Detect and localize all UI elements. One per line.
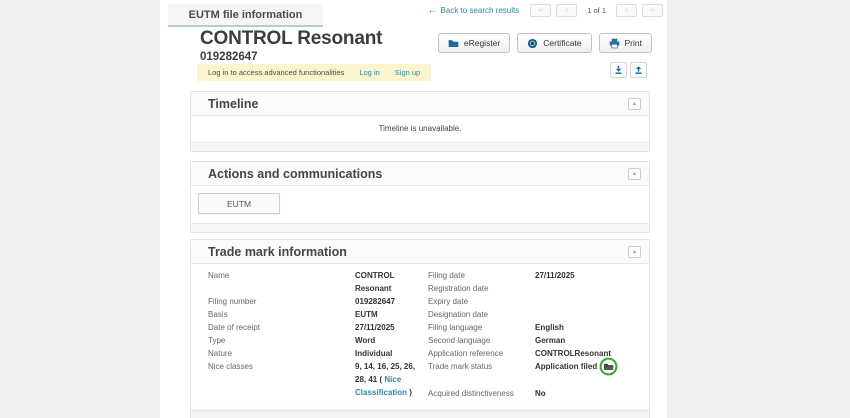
field-label: Designation date — [428, 308, 535, 321]
field-value: 27/11/2025 — [535, 269, 646, 282]
field-value: Word — [355, 334, 420, 347]
table-row: NatureIndividual — [208, 347, 420, 360]
field-label: Registration date — [428, 282, 535, 295]
timeline-collapse-button[interactable]: ▴ — [628, 98, 641, 110]
status-filed-icon — [599, 357, 618, 376]
field-label: Filing language — [428, 321, 535, 334]
actions-communications-section: Actions and communications ▴ EUTM — [190, 161, 650, 233]
field-value: English — [535, 321, 646, 334]
field-value — [535, 295, 646, 308]
trademark-information-section: Trade mark information ▴ NameCONTROL Res… — [190, 239, 650, 418]
field-label: Nice classes — [208, 360, 355, 399]
timeline-empty-message: Timeline is unavailable. — [191, 116, 649, 142]
field-label: Date of receipt — [208, 321, 355, 334]
table-row: Filing date27/11/2025 — [428, 269, 646, 282]
field-value: EUTM — [355, 308, 420, 321]
table-row: Designation date — [428, 308, 646, 321]
tab-eutm-file-information[interactable]: EUTM file information — [168, 4, 323, 27]
login-message: Log in to access advanced functionalitie… — [208, 68, 344, 77]
timeline-section: Timeline ▴ Timeline is unavailable. — [190, 91, 650, 152]
table-row: Second languageGerman — [428, 334, 646, 347]
pager-label: 1 of 1 — [587, 6, 606, 15]
table-row: TypeWord — [208, 334, 420, 347]
table-row: NameCONTROL Resonant — [208, 269, 420, 295]
trademark-section-header: Trade mark information ▴ — [191, 240, 649, 264]
table-row: Nice classes9, 14, 16, 25, 26, 28, 41 ( … — [208, 360, 420, 399]
table-row: Filing languageEnglish — [428, 321, 646, 334]
expand-all-button[interactable] — [630, 62, 647, 78]
field-value — [535, 282, 646, 295]
seal-icon — [527, 38, 538, 49]
table-row: Acquired distinctivenessNo — [428, 387, 646, 400]
login-banner: Log in to access advanced functionalitie… — [197, 64, 431, 81]
field-value: 9, 14, 16, 25, 26, 28, 41 ( Nice Classif… — [355, 360, 420, 399]
table-row: BasisEUTM — [208, 308, 420, 321]
eregister-button[interactable]: eRegister — [438, 33, 510, 53]
field-value: 27/11/2025 — [355, 321, 420, 334]
timeline-section-header: Timeline ▴ — [191, 92, 649, 116]
pager-prev-button[interactable]: ‹ — [556, 4, 577, 17]
filing-number-heading: 019282647 — [200, 51, 258, 63]
field-label: Trade mark status — [428, 360, 535, 373]
certificate-button[interactable]: Certificate — [517, 33, 591, 53]
field-value: Individual — [355, 347, 420, 360]
table-row: Filing number019282647 — [208, 295, 420, 308]
field-label: Application reference — [428, 347, 535, 360]
table-row: Expiry date — [428, 295, 646, 308]
field-label: Expiry date — [428, 295, 535, 308]
actions-section-footer — [191, 223, 649, 232]
page: EUTM file information ← Back to search r… — [0, 0, 850, 418]
actions-section-header: Actions and communications ▴ — [191, 162, 649, 186]
field-label: Name — [208, 269, 355, 295]
actions-collapse-button[interactable]: ▴ — [628, 168, 641, 180]
log-in-link[interactable]: Log in — [359, 68, 379, 77]
field-label: Nature — [208, 347, 355, 360]
field-label: Filing date — [428, 269, 535, 282]
pager-next-button[interactable]: › — [616, 4, 637, 17]
field-label: Acquired distinctiveness — [428, 387, 535, 400]
field-label: Type — [208, 334, 355, 347]
field-value — [535, 308, 646, 321]
field-value: 019282647 — [355, 295, 420, 308]
field-value: Application filed — [535, 360, 646, 373]
collapse-all-button[interactable] — [610, 62, 627, 78]
table-row: Registration date — [428, 282, 646, 295]
collapse-all-icon — [614, 65, 623, 75]
page-title: CONTROL Resonant — [200, 28, 382, 50]
field-label: Basis — [208, 308, 355, 321]
pager-first-button[interactable]: ‹‹ — [530, 4, 551, 17]
back-to-search-results-link[interactable]: ← Back to search results — [428, 5, 520, 16]
print-button[interactable]: Print — [599, 33, 652, 53]
timeline-section-footer — [191, 142, 649, 151]
printer-icon — [609, 38, 620, 49]
tab-eutm[interactable]: EUTM — [198, 193, 280, 214]
left-arrow-icon: ← — [428, 5, 438, 16]
fold-controls — [610, 62, 647, 78]
sign-up-link[interactable]: Sign up — [395, 68, 420, 77]
table-row: Date of receipt27/11/2025 — [208, 321, 420, 334]
top-navigation: ← Back to search results ‹‹ ‹ 1 of 1 › ›… — [428, 4, 663, 17]
expand-all-icon — [634, 65, 643, 75]
field-value: CONTROLResonant — [535, 347, 646, 360]
trademark-fields-right: Filing date27/11/2025Registration dateEx… — [428, 269, 646, 418]
field-label: Second language — [428, 334, 535, 347]
field-value: German — [535, 334, 646, 347]
folder-icon — [448, 38, 459, 49]
pager-last-button[interactable]: ›› — [642, 4, 663, 17]
document-actions: eRegister Certificate Print — [438, 33, 652, 53]
field-value: No — [535, 387, 646, 400]
trademark-fields-left: NameCONTROL ResonantFiling number0192826… — [208, 269, 420, 418]
table-row: Trade mark statusApplication filed — [428, 360, 646, 373]
field-value: CONTROL Resonant — [355, 269, 420, 295]
actions-section-body: EUTM — [191, 186, 649, 223]
field-label: Filing number — [208, 295, 355, 308]
trademark-section-body: NameCONTROL ResonantFiling number0192826… — [191, 264, 649, 418]
trademark-collapse-button[interactable]: ▴ — [628, 246, 641, 258]
next-section-partial — [190, 410, 650, 418]
main-content: EUTM file information ← Back to search r… — [160, 0, 667, 418]
